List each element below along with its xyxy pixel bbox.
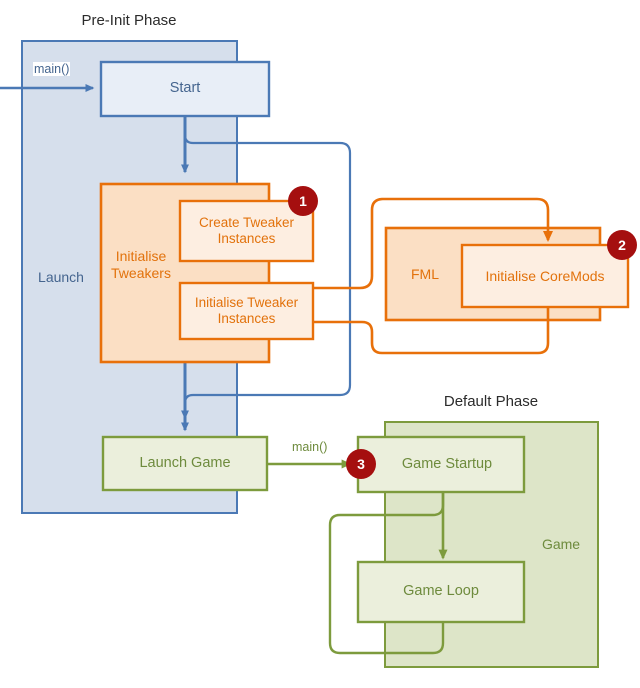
- diagram-canvas: Pre-Init Phase Default Phase Launch Init…: [0, 0, 640, 688]
- node-initialise-coremods-box[interactable]: [460, 243, 630, 309]
- node-initialise-tweaker-instances-box[interactable]: [178, 281, 315, 341]
- badge-3: 3: [346, 449, 376, 479]
- diagram-shapes: [0, 40, 630, 668]
- node-start-box[interactable]: [99, 60, 271, 118]
- edge-launch-to-startup-label: main(): [291, 440, 329, 454]
- badge-2: 2: [607, 230, 637, 260]
- node-launch-game-box[interactable]: [101, 435, 269, 492]
- node-game-startup-box[interactable]: [356, 435, 526, 494]
- edge-entry-main-label: main(): [33, 62, 71, 76]
- pre-init-phase-title: Pre-Init Phase: [81, 12, 177, 29]
- badge-1: 1: [288, 186, 318, 216]
- node-game-loop-box[interactable]: [356, 560, 526, 624]
- default-phase-title: Default Phase: [443, 393, 539, 410]
